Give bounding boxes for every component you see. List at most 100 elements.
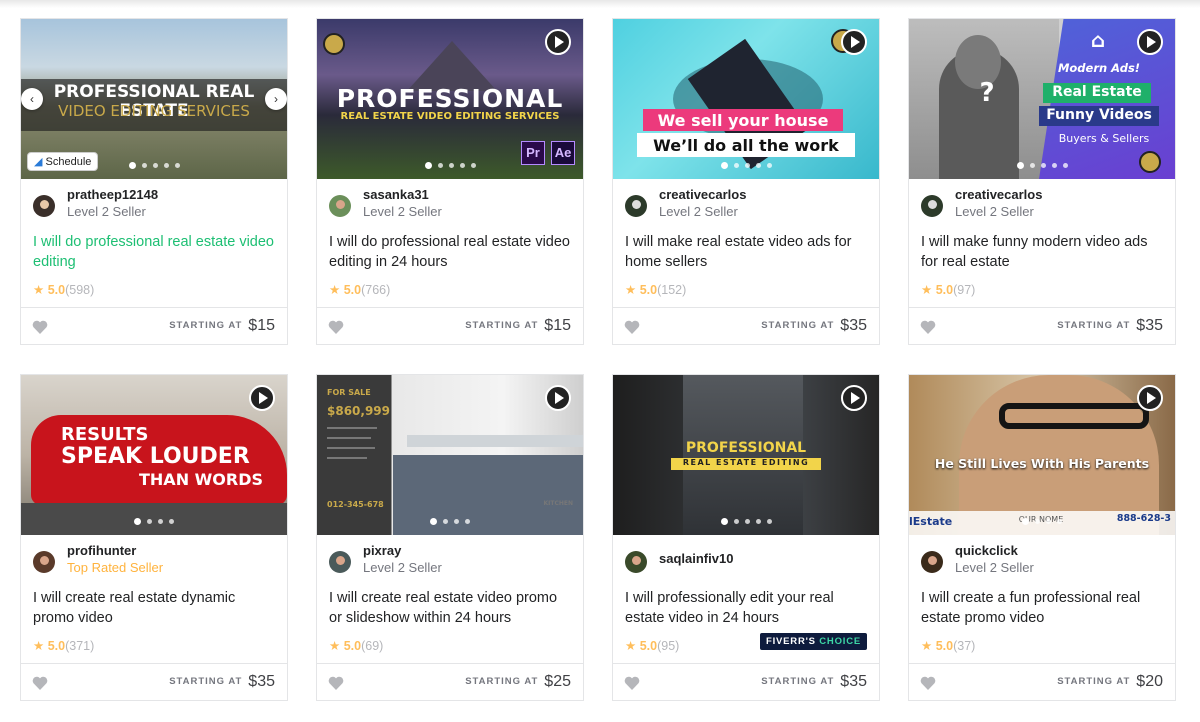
gig-card[interactable]: PROFESSIONAL REAL ESTATE VIDEO EDITING S…: [316, 18, 584, 345]
gig-card[interactable]: PROFESSIONAL REAL ESTATE EDITING saqlain…: [612, 374, 880, 701]
avatar[interactable]: [33, 551, 55, 573]
gig-thumbnail[interactable]: PROFESSIONAL REAL ESTATE EDITING: [613, 375, 879, 535]
gig-title[interactable]: I will make real estate video ads for ho…: [625, 232, 869, 272]
star-icon: ★: [33, 283, 45, 297]
star-icon: ★: [625, 283, 637, 297]
fiverrs-choice-badge: FIVERR'S CHOICE: [759, 633, 867, 650]
gig-thumbnail[interactable]: We sell your house We’ll do all the work: [613, 19, 879, 179]
play-icon[interactable]: [841, 385, 867, 411]
price: STARTING AT $15: [169, 317, 275, 334]
gig-rating: ★ 5.0(371): [33, 639, 95, 653]
play-icon[interactable]: [249, 385, 275, 411]
avatar[interactable]: [921, 195, 943, 217]
heart-icon[interactable]: [920, 320, 936, 334]
next-arrow-icon[interactable]: ›: [265, 88, 287, 110]
seller-username[interactable]: pixray: [363, 543, 401, 558]
gig-rating: ★ 5.0(152): [625, 283, 687, 297]
play-icon[interactable]: [545, 385, 571, 411]
avatar[interactable]: [921, 551, 943, 573]
seller-info: quickclick Level 2 Seller: [921, 543, 1161, 577]
thumb-headline: PROFESSIONAL: [336, 84, 564, 113]
seller-level: Level 2 Seller: [955, 560, 1034, 575]
seller-username[interactable]: saqlainfiv10: [659, 551, 733, 566]
avatar[interactable]: [625, 195, 647, 217]
gig-thumbnail[interactable]: RESULTS SPEAK LOUDER THAN WORDS: [21, 375, 287, 535]
gig-card[interactable]: FOR SALE $860,999 012-345-678 KITCHEN pi…: [316, 374, 584, 701]
thumb-price: $860,999: [327, 404, 391, 418]
gig-rating: ★ 5.0(95): [625, 639, 680, 653]
gig-title[interactable]: I will create real estate video promo or…: [329, 588, 573, 628]
card-footer: STARTING AT $15: [21, 307, 287, 345]
seller-username[interactable]: creativecarlos: [955, 187, 1042, 202]
card-footer: STARTING AT $25: [317, 663, 583, 701]
gig-card[interactable]: He Still Lives With His Parents lEstate …: [908, 374, 1176, 701]
carousel-dots[interactable]: [317, 162, 583, 169]
seller-username[interactable]: pratheep12148: [67, 187, 158, 202]
gig-title[interactable]: I will create real estate dynamic promo …: [33, 588, 277, 628]
play-icon[interactable]: [841, 29, 867, 55]
gig-thumbnail[interactable]: FOR SALE $860,999 012-345-678 KITCHEN: [317, 375, 583, 535]
thumb-headline: PROFESSIONAL: [685, 440, 807, 456]
thumb-line-1: RESULTS: [61, 424, 149, 445]
heart-icon[interactable]: [624, 676, 640, 690]
price: STARTING AT $25: [465, 673, 571, 690]
star-icon: ★: [329, 283, 341, 297]
gig-card[interactable]: We sell your house We’ll do all the work…: [612, 18, 880, 345]
seller-level: Level 2 Seller: [363, 560, 442, 575]
heart-icon[interactable]: [328, 320, 344, 334]
star-icon: ★: [33, 639, 45, 653]
star-icon: ★: [329, 639, 341, 653]
gig-card[interactable]: ? ⌂ Modern Ads! Real Estate Funny Videos…: [908, 18, 1176, 345]
gig-title[interactable]: I will professionally edit your real est…: [625, 588, 869, 628]
play-icon[interactable]: [545, 29, 571, 55]
carousel-dots[interactable]: [909, 518, 1175, 525]
seller-info: pixray Level 2 Seller: [329, 543, 569, 577]
thumb-tagline: Modern Ads!: [1057, 61, 1141, 75]
play-icon[interactable]: [1137, 29, 1163, 55]
seller-username[interactable]: profihunter: [67, 543, 136, 558]
gig-rating: ★ 5.0(37): [921, 639, 976, 653]
gig-card[interactable]: PROFESSIONAL REAL ESTATE VIDEO EDITING S…: [20, 18, 288, 345]
heart-icon[interactable]: [920, 676, 936, 690]
seller-level: Level 2 Seller: [955, 204, 1034, 219]
seller-info: profihunter Top Rated Seller: [33, 543, 273, 577]
gig-thumbnail[interactable]: ? ⌂ Modern Ads! Real Estate Funny Videos…: [909, 19, 1175, 179]
carousel-dots[interactable]: [21, 518, 287, 525]
gig-rating: ★ 5.0(69): [329, 639, 384, 653]
carousel-dots[interactable]: [909, 162, 1175, 169]
carousel-dots[interactable]: [21, 162, 287, 169]
heart-icon[interactable]: [624, 320, 640, 334]
gig-title[interactable]: I will do professional real estate video…: [329, 232, 573, 272]
heart-icon[interactable]: [32, 320, 48, 334]
seller-username[interactable]: creativecarlos: [659, 187, 746, 202]
thumb-headline: Real Estate: [1052, 84, 1142, 100]
gig-title[interactable]: I will create a fun professional real es…: [921, 588, 1165, 628]
gig-title[interactable]: I will do professional real estate video…: [33, 232, 277, 272]
avatar[interactable]: [33, 195, 55, 217]
gig-thumbnail[interactable]: PROFESSIONAL REAL ESTATE VIDEO EDITING S…: [317, 19, 583, 179]
carousel-dots[interactable]: [613, 162, 879, 169]
thumb-headline: He Still Lives With His Parents: [934, 456, 1150, 471]
seller-username[interactable]: sasanka31: [363, 187, 429, 202]
seller-username[interactable]: quickclick: [955, 543, 1018, 558]
card-footer: STARTING AT $15: [317, 307, 583, 345]
play-icon[interactable]: [1137, 385, 1163, 411]
avatar[interactable]: [625, 551, 647, 573]
thumb-line-3: THAN WORDS: [139, 470, 264, 489]
seller-info: sasanka31 Level 2 Seller: [329, 187, 569, 221]
thumb-subline: REAL ESTATE EDITING: [682, 458, 810, 467]
carousel-dots[interactable]: [613, 518, 879, 525]
avatar[interactable]: [329, 551, 351, 573]
gig-thumbnail[interactable]: PROFESSIONAL REAL ESTATE VIDEO EDITING S…: [21, 19, 287, 179]
seller-info: creativecarlos Level 2 Seller: [921, 187, 1161, 221]
gig-card[interactable]: RESULTS SPEAK LOUDER THAN WORDS profihun…: [20, 374, 288, 701]
question-mark-icon: ?: [979, 78, 995, 108]
heart-icon[interactable]: [32, 676, 48, 690]
heart-icon[interactable]: [328, 676, 344, 690]
gig-title[interactable]: I will make funny modern video ads for r…: [921, 232, 1165, 272]
avatar[interactable]: [329, 195, 351, 217]
carousel-dots[interactable]: [317, 518, 583, 525]
thumb-kitchen: KITCHEN: [543, 500, 573, 507]
gig-thumbnail[interactable]: He Still Lives With His Parents lEstate …: [909, 375, 1175, 535]
prev-arrow-icon[interactable]: ‹: [21, 88, 43, 110]
